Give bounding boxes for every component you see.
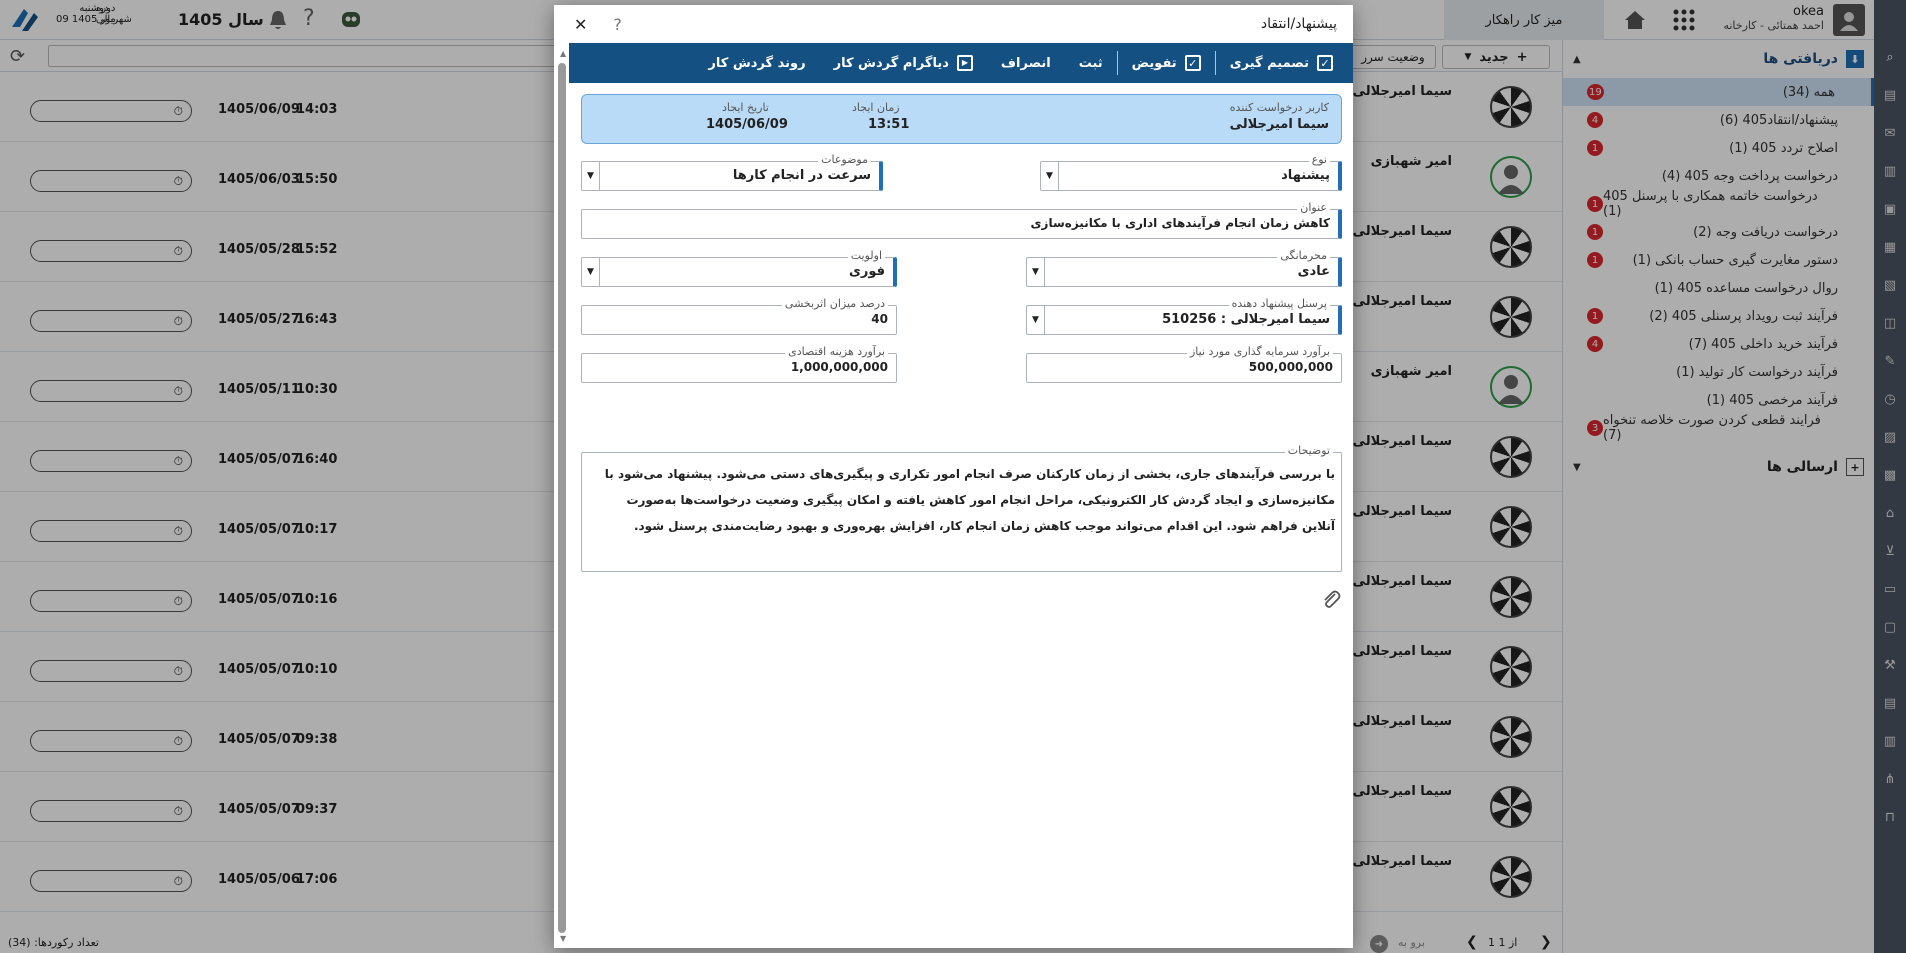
topics-label: موضوعات	[818, 153, 871, 166]
chevron-down-icon[interactable]: ▼	[1027, 258, 1045, 286]
request-info: کاربر درخواست کننده سیما امیرجلالی زمان …	[581, 94, 1342, 144]
priority-select[interactable]: اولویت ▼ فوری	[581, 249, 897, 287]
confidentiality-label: محرمانگی	[1277, 249, 1330, 262]
created-date-label: تاریخ ایجاد	[722, 101, 769, 114]
close-icon[interactable]: ✕	[574, 15, 587, 34]
subject-value: کاهش زمان انجام فرآیندهای اداری با مکانی…	[1030, 216, 1330, 230]
investment-label: برآورد سرمایه گذاری مورد نیاز	[1186, 345, 1333, 358]
proposer-label: پرسنل پیشنهاد دهنده	[1228, 297, 1330, 310]
cost-label: برآورد هزینه اقتصادی	[785, 345, 888, 358]
diagram-icon: ▶	[956, 55, 973, 71]
diagram-label: دیاگرام گردش کار	[833, 55, 949, 71]
investment-input[interactable]: برآورد سرمایه گذاری مورد نیاز 500,000,00…	[1026, 345, 1342, 383]
check-icon: ✓	[1184, 55, 1201, 71]
dialog-scrollbar[interactable]: ▲ ▼	[556, 49, 568, 943]
topics-value: سرعت در انجام کارها	[732, 168, 871, 183]
description-value: با بررسی فرآیندهای جاری، بخشی از زمان کا…	[604, 467, 1335, 533]
proposer-value: 510256 : سیما امیرجلالی	[1162, 312, 1330, 327]
requester-label: کاربر درخواست کننده	[1229, 101, 1329, 114]
created-time-value: 13:51	[868, 117, 910, 132]
delegate-button[interactable]: ✓ تفویض	[1118, 51, 1215, 75]
chevron-down-icon[interactable]: ▼	[582, 258, 600, 286]
requester-value: سیما امیرجلالی	[1229, 117, 1329, 132]
created-date-value: 1405/06/09	[706, 117, 788, 132]
save-label: ثبت	[1078, 55, 1103, 71]
decide-label: تصمیم گیری	[1229, 55, 1309, 71]
type-value: پیشنهاد	[1281, 168, 1330, 183]
subject-label: عنوان	[1297, 201, 1330, 214]
chevron-down-icon[interactable]: ▼	[582, 162, 600, 190]
save-button[interactable]: ثبت	[1065, 51, 1117, 75]
proposer-select[interactable]: پرسنل پیشنهاد دهنده ▼ 510256 : سیما امیر…	[1026, 297, 1342, 335]
cost-value: 1,000,000,000	[790, 360, 888, 374]
suggestion-dialog: پیشنهاد/انتقاد ✕ ? ▲ ▼ ✓ تصمیم گیری ✓ تفوی…	[554, 5, 1353, 948]
cost-input[interactable]: برآورد هزینه اقتصادی 1,000,000,000	[581, 345, 897, 383]
cancel-label: انصراف	[1000, 55, 1051, 71]
subject-input[interactable]: عنوان کاهش زمان انجام فرآیندهای اداری با…	[581, 201, 1342, 239]
confidentiality-select[interactable]: محرمانگی ▼ عادی	[1026, 249, 1342, 287]
priority-value: فوری	[848, 264, 885, 279]
priority-label: اولویت	[847, 249, 885, 262]
dialog-header: پیشنهاد/انتقاد ✕ ?	[554, 5, 1353, 43]
workflow-diagram-button[interactable]: ▶ دیاگرام گردش کار	[820, 51, 987, 75]
chevron-down-icon[interactable]: ▼	[1027, 306, 1045, 334]
workflow-process-button[interactable]: روند گردش کار	[694, 51, 819, 75]
dialog-title: پیشنهاد/انتقاد	[1260, 16, 1337, 32]
process-label: روند گردش کار	[708, 55, 806, 71]
attachment-icon[interactable]	[1320, 589, 1342, 615]
type-select[interactable]: نوع ▼ پیشنهاد	[1040, 153, 1342, 191]
dialog-toolbar: ✓ تصمیم گیری ✓ تفویض ثبت انصراف ▶ دیاگرام گ…	[569, 43, 1353, 83]
description-label: توضیحات	[1284, 444, 1333, 457]
chevron-down-icon[interactable]: ▼	[1041, 162, 1059, 190]
cancel-button[interactable]: انصراف	[987, 51, 1065, 75]
effectiveness-value: 40	[871, 312, 888, 326]
decide-button[interactable]: ✓ تصمیم گیری	[1216, 51, 1347, 75]
description-textarea[interactable]: توضیحات با بررسی فرآیندهای جاری، بخشی از…	[581, 444, 1342, 572]
created-time-label: زمان ایجاد	[852, 101, 900, 114]
confidentiality-value: عادی	[1297, 264, 1330, 279]
effectiveness-input[interactable]: درصد میزان اثربخشی 40	[581, 297, 897, 335]
type-label: نوع	[1308, 153, 1330, 166]
help-icon[interactable]: ?	[613, 15, 622, 34]
effectiveness-label: درصد میزان اثربخشی	[781, 297, 888, 310]
investment-value: 500,000,000	[1248, 360, 1333, 374]
check-icon: ✓	[1317, 55, 1333, 71]
delegate-label: تفویض	[1131, 55, 1177, 71]
topics-select[interactable]: موضوعات ▼ سرعت در انجام کارها	[581, 153, 883, 191]
